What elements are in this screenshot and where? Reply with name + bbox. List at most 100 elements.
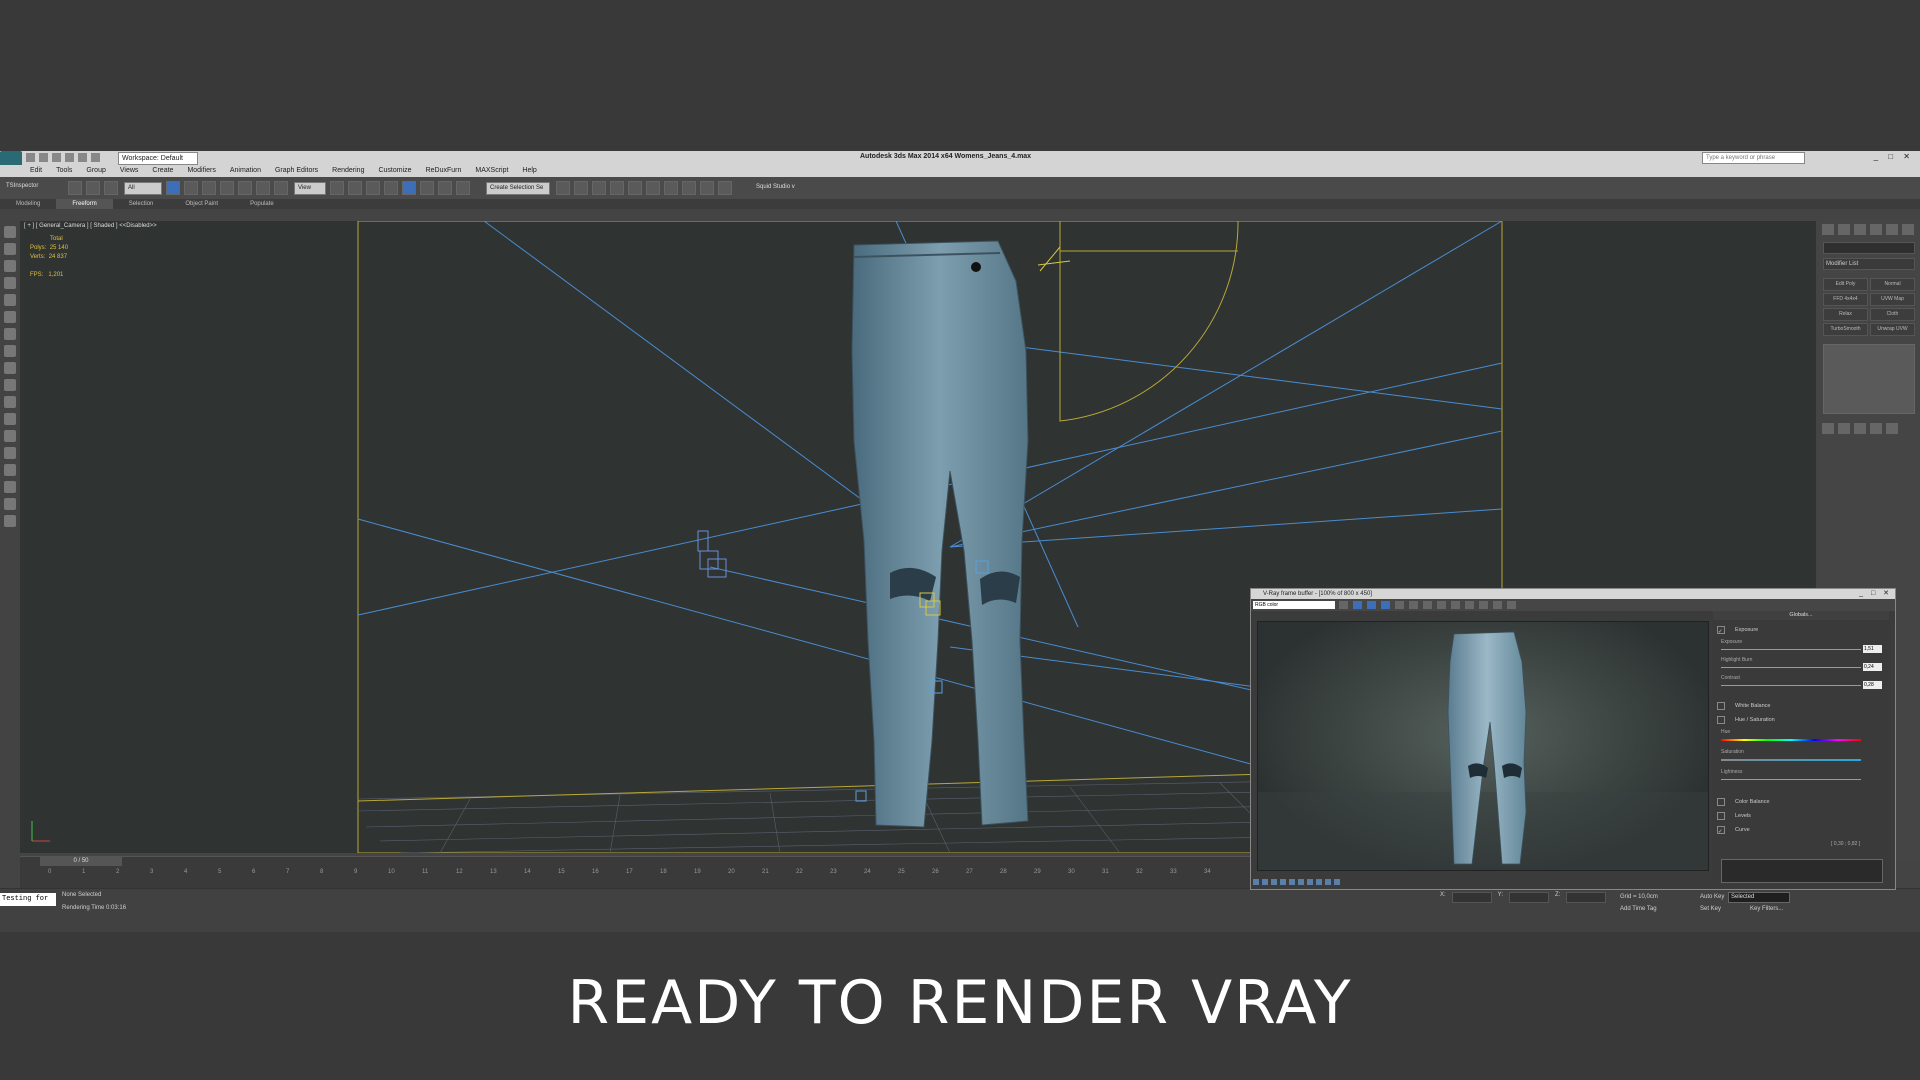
selection-filter-dropdown[interactable]: All: [124, 182, 162, 195]
workspace-dropdown[interactable]: Workspace: Default: [118, 152, 198, 165]
modifier-button[interactable]: Cloth: [1870, 308, 1915, 321]
hue-saturation-section[interactable]: Hue / Saturation: [1717, 715, 1775, 725]
maxscript-listener-input[interactable]: Testing for: [0, 893, 56, 906]
levels-section[interactable]: Levels: [1717, 811, 1751, 821]
highlight-burn-value[interactable]: 0,24: [1863, 663, 1882, 671]
sphere-icon[interactable]: [4, 328, 16, 340]
color-balance-checkbox[interactable]: [1717, 797, 1725, 806]
pivot-icon[interactable]: [330, 181, 344, 195]
named-selection-dropdown[interactable]: Create Selection Se: [486, 182, 550, 195]
spacewarp-icon[interactable]: [4, 430, 16, 442]
tab-modeling[interactable]: Modeling: [0, 199, 56, 209]
key-filters-button[interactable]: Key Filters...: [1750, 906, 1783, 912]
display-tab-icon[interactable]: [1886, 224, 1898, 235]
modifier-button[interactable]: TurboSmooth: [1823, 323, 1868, 336]
teapot-icon[interactable]: [4, 345, 16, 357]
select-manipulate-icon[interactable]: [348, 181, 362, 195]
redo-icon[interactable]: [78, 153, 87, 162]
modifier-button[interactable]: Relax: [1823, 308, 1868, 321]
curve-section[interactable]: ✓ Curve: [1717, 825, 1750, 835]
scale-icon[interactable]: [274, 181, 288, 195]
window-crossing-icon[interactable]: [220, 181, 234, 195]
menu-group[interactable]: Group: [86, 165, 105, 177]
vfb-bottom-icon[interactable]: [1307, 879, 1313, 885]
modifier-button[interactable]: Normal: [1870, 278, 1915, 291]
curve-editor-icon[interactable]: [628, 181, 642, 195]
menu-rendering[interactable]: Rendering: [332, 165, 364, 177]
brush-icon[interactable]: [4, 481, 16, 493]
bind-space-warp-icon[interactable]: [104, 181, 118, 195]
configure-sets-icon[interactable]: [1886, 423, 1898, 434]
open-icon[interactable]: [39, 153, 48, 162]
tab-selection[interactable]: Selection: [113, 199, 170, 209]
vfb-bottom-icon[interactable]: [1262, 879, 1268, 885]
render-icon[interactable]: [1507, 601, 1516, 609]
make-unique-icon[interactable]: [1854, 423, 1866, 434]
copy-icon[interactable]: [1465, 601, 1474, 609]
modifier-button[interactable]: UVW Map: [1870, 293, 1915, 306]
vfb-bottom-icon[interactable]: [1316, 879, 1322, 885]
vfb-bottom-icon[interactable]: [1289, 879, 1295, 885]
menu-animation[interactable]: Animation: [230, 165, 261, 177]
vfb-bottom-icon[interactable]: [1334, 879, 1340, 885]
menu-help[interactable]: Help: [522, 165, 536, 177]
cc-globals-header[interactable]: Globals...: [1713, 611, 1889, 620]
menu-customize[interactable]: Customize: [378, 165, 411, 177]
align-icon[interactable]: [574, 181, 588, 195]
vfb-bottom-icon[interactable]: [1253, 879, 1259, 885]
viewport-label[interactable]: [ + ] [ General_Camera ] [ Shaded ] <<Di…: [24, 223, 157, 229]
camera-icon[interactable]: [4, 396, 16, 408]
y-field[interactable]: [1509, 892, 1550, 903]
project-folder-icon[interactable]: [91, 153, 100, 162]
material-editor-icon[interactable]: [664, 181, 678, 195]
menu-reduxfurn[interactable]: ReDuxFurn: [426, 165, 462, 177]
exposure-value[interactable]: 1,51: [1863, 645, 1882, 653]
modify-icon[interactable]: [4, 243, 16, 255]
show-end-result-icon[interactable]: [1838, 423, 1850, 434]
angle-snap-icon[interactable]: [402, 181, 416, 195]
contrast-value[interactable]: 0,28: [1863, 681, 1882, 689]
window-controls[interactable]: _ □ ✕: [1874, 152, 1914, 161]
hierarchy-tab-icon[interactable]: [1854, 224, 1866, 235]
vfb-bottom-icon[interactable]: [1280, 879, 1286, 885]
menu-graph-editors[interactable]: Graph Editors: [275, 165, 318, 177]
motion-tab-icon[interactable]: [1870, 224, 1882, 235]
move-icon[interactable]: [238, 181, 252, 195]
keyboard-shortcut-icon[interactable]: [366, 181, 380, 195]
utilities-tab-icon[interactable]: [1902, 224, 1914, 235]
render-setup-icon[interactable]: [682, 181, 696, 195]
sun-icon[interactable]: [4, 379, 16, 391]
graphite-tools-icon[interactable]: [610, 181, 624, 195]
tab-freeform[interactable]: Freeform: [56, 199, 113, 209]
snaps-toggle-icon[interactable]: [384, 181, 398, 195]
save-icon[interactable]: [52, 153, 61, 162]
save-image-icon[interactable]: [1339, 601, 1348, 609]
motion-icon[interactable]: [4, 277, 16, 289]
mirror-icon[interactable]: [556, 181, 570, 195]
z-field[interactable]: [1566, 892, 1607, 903]
load-icon[interactable]: [1437, 601, 1446, 609]
curve-checkbox[interactable]: ✓: [1717, 825, 1725, 835]
modify-tab-icon[interactable]: [1838, 224, 1850, 235]
vfb-bottom-icon[interactable]: [1298, 879, 1304, 885]
layer-manager-icon[interactable]: [592, 181, 606, 195]
auto-key-button[interactable]: Auto Key: [1700, 894, 1724, 900]
modifier-button[interactable]: Unwrap UVW: [1870, 323, 1915, 336]
render-production-icon[interactable]: [718, 181, 732, 195]
saturation-slider[interactable]: [1721, 759, 1861, 761]
percent-snap-icon[interactable]: [420, 181, 434, 195]
curve-editor[interactable]: [1721, 859, 1883, 883]
rendered-image[interactable]: [1257, 621, 1709, 871]
add-time-tag[interactable]: Add Time Tag: [1620, 906, 1657, 912]
material-ball-icon[interactable]: [4, 498, 16, 510]
vfb-bottom-icon[interactable]: [1271, 879, 1277, 885]
select-by-name-icon[interactable]: [184, 181, 198, 195]
object-name-field[interactable]: [1823, 242, 1915, 254]
search-input[interactable]: Type a keyword or phrase: [1702, 152, 1805, 164]
white-balance-checkbox[interactable]: [1717, 701, 1725, 710]
menu-modifiers[interactable]: Modifiers: [187, 165, 215, 177]
modifier-list-dropdown[interactable]: Modifier List: [1823, 258, 1915, 270]
region-render-icon[interactable]: [1493, 601, 1502, 609]
reference-coord-dropdown[interactable]: View: [294, 182, 326, 195]
exposure-slider[interactable]: [1721, 649, 1861, 650]
